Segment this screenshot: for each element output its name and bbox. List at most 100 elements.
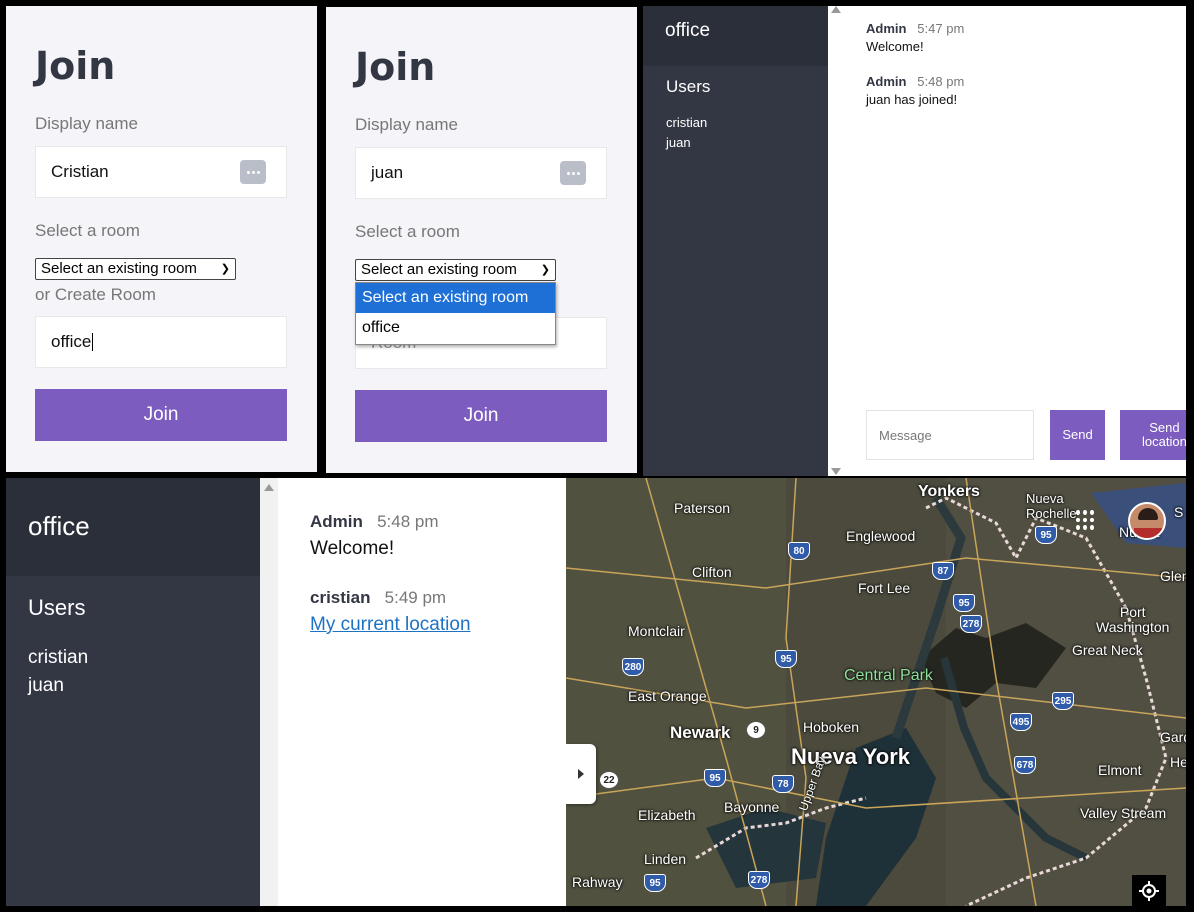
route-shield: 95 <box>775 650 797 668</box>
text-caret <box>92 333 94 351</box>
send-button[interactable]: Send <box>1050 410 1105 460</box>
map-label-bayonne: Bayonne <box>724 799 780 815</box>
route-shield: 80 <box>788 542 810 560</box>
message-input[interactable]: Message <box>866 410 1034 460</box>
send-location-button[interactable]: Send location <box>1120 410 1186 460</box>
select-room-label: Select a room <box>35 221 140 240</box>
room-dropdown-list: Select an existing room office <box>355 282 556 345</box>
crosshair-icon <box>1139 880 1159 901</box>
message-input-placeholder: Message <box>879 427 932 443</box>
map-label-central-park: Central Park <box>844 667 933 684</box>
room-input[interactable]: office <box>35 316 287 368</box>
map-label-elizabeth: Elizabeth <box>638 807 696 823</box>
join-panel-right: Join Display name juan Select a room Sel… <box>326 7 637 473</box>
route-shield: 95 <box>644 874 666 892</box>
map-label-port-washington: Port Washington <box>1096 604 1170 635</box>
room-select[interactable]: Select an existing room ❯ <box>35 258 236 280</box>
route-shield: 22 <box>599 771 619 789</box>
expand-panel-button[interactable] <box>566 744 596 804</box>
display-name-label: Display name <box>35 114 138 133</box>
dropdown-option-office[interactable]: office <box>356 313 555 343</box>
map-label-fort-lee: Fort Lee <box>858 580 911 596</box>
password-manager-icon[interactable] <box>240 160 266 184</box>
satellite-map[interactable]: Yonkers Nueva Rochelle Paterson Englewoo… <box>566 478 1186 906</box>
map-label-glen: Glen <box>1160 568 1186 584</box>
user-list: cristian juan <box>666 113 707 153</box>
map-label-east-orange: East Orange <box>628 688 707 704</box>
map-label-montclair: Montclair <box>628 623 685 639</box>
join-title: Join <box>35 44 116 88</box>
message: Admin 5:47 pm Welcome! <box>866 21 964 54</box>
map-label-elmont: Elmont <box>1098 762 1142 778</box>
message-time: 5:47 pm <box>917 21 965 36</box>
password-manager-icon[interactable] <box>560 161 586 185</box>
map-label-newark: Newark <box>670 723 731 742</box>
display-name-value: juan <box>371 163 404 182</box>
map-label-s-partial: S <box>1174 504 1184 520</box>
map-label-yonkers: Yonkers <box>918 483 980 500</box>
display-name-input[interactable]: Cristian <box>35 146 287 198</box>
scrollbar-track[interactable] <box>260 478 278 906</box>
user-item: cristian <box>666 115 708 130</box>
message-sender: Admin <box>310 512 363 531</box>
send-location-label: Send location <box>1142 420 1186 449</box>
room-select-value: Select an existing room <box>41 260 197 277</box>
create-room-label: or Create Room <box>35 285 156 304</box>
route-shield: 280 <box>622 658 644 676</box>
room-title: office <box>6 478 260 576</box>
chevron-right-icon <box>578 769 584 779</box>
map-label-nueva-rochelle: Nueva Rochelle <box>1026 491 1077 521</box>
message-text: Welcome! <box>310 538 395 559</box>
scroll-up-arrow[interactable] <box>831 6 841 13</box>
display-name-input[interactable]: juan <box>355 147 607 199</box>
join-button[interactable]: Join <box>35 389 287 441</box>
route-shield: 278 <box>748 871 770 889</box>
select-room-label: Select a room <box>355 222 460 241</box>
room-name: office <box>28 511 90 541</box>
user-item: juan <box>666 135 691 150</box>
location-link[interactable]: My current location <box>310 614 471 636</box>
map-label-clifton: Clifton <box>692 564 732 580</box>
room-name: office <box>665 20 711 41</box>
route-shield: 495 <box>1010 713 1032 731</box>
avatar[interactable] <box>1128 502 1166 540</box>
map-label-englewood: Englewood <box>846 528 916 544</box>
my-location-button[interactable] <box>1132 875 1166 906</box>
route-shield: 95 <box>1035 526 1057 544</box>
apps-grid-icon[interactable] <box>1076 510 1096 530</box>
scroll-down-arrow[interactable] <box>831 468 841 475</box>
dropdown-option-existing[interactable]: Select an existing room <box>356 283 555 313</box>
chat-sidebar-top: office Users cristian juan <box>643 6 828 476</box>
route-shield: 87 <box>932 562 954 580</box>
user-item: juan <box>28 675 64 696</box>
map-label-rahway: Rahway <box>572 874 623 890</box>
message: Admin 5:48 pm juan has joined! <box>866 74 964 107</box>
map-label-hoboken: Hoboken <box>803 719 860 735</box>
message-time: 5:48 pm <box>917 74 965 89</box>
users-heading: Users <box>28 595 86 620</box>
message: Admin 5:48 pm Welcome! <box>310 512 439 560</box>
user-item: cristian <box>28 647 89 668</box>
route-shield: 9 <box>746 721 766 739</box>
room-select-value: Select an existing room <box>361 261 517 278</box>
chevron-down-icon: ❯ <box>540 264 550 276</box>
route-shield: 295 <box>1052 692 1074 710</box>
map-label-linden: Linden <box>644 851 687 867</box>
map-label-nueva-york: Nueva York <box>791 744 911 769</box>
message-time: 5:48 pm <box>377 512 439 531</box>
display-name-label: Display name <box>355 115 458 134</box>
join-button[interactable]: Join <box>355 390 607 442</box>
message-text: juan has joined! <box>866 92 958 107</box>
chat-main-top: Admin 5:47 pm Welcome! Admin 5:48 pm jua… <box>828 6 1186 476</box>
scroll-up-arrow[interactable] <box>264 484 274 491</box>
route-shield: 95 <box>953 594 975 612</box>
join-panel-left: Join Display name Cristian Select a room… <box>6 6 317 472</box>
map-label-great-neck: Great Neck <box>1072 642 1143 658</box>
room-select[interactable]: Select an existing room ❯ <box>355 259 556 281</box>
message-sender: cristian <box>310 588 371 607</box>
room-title: office <box>643 6 828 66</box>
message-time: 5:49 pm <box>384 588 447 607</box>
message-sender: Admin <box>866 74 907 89</box>
message: cristian 5:49 pm My current location <box>310 588 471 636</box>
map-label-gard: Gard <box>1160 729 1186 745</box>
